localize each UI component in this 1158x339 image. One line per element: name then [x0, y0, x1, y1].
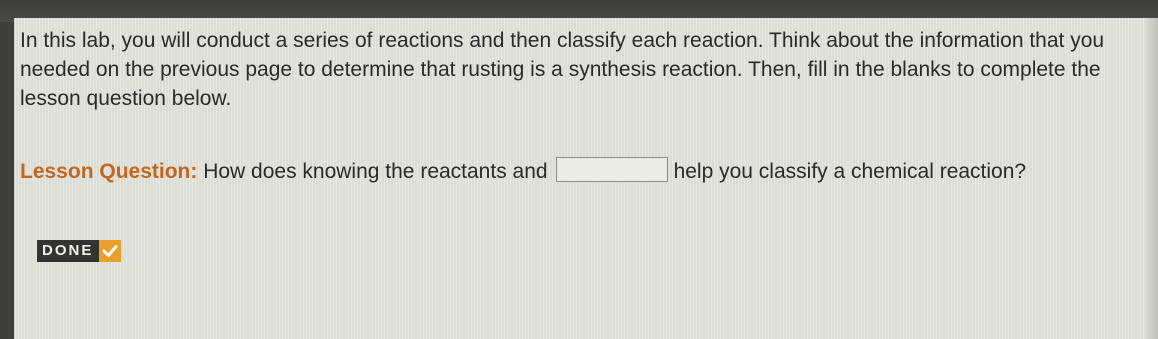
lesson-question: Lesson Question: How does knowing the re… — [20, 157, 1110, 186]
intro-paragraph: In this lab, you will conduct a series o… — [20, 29, 1105, 110]
done-button-label: DONE — [37, 240, 100, 262]
panel-scroll-edge — [1146, 18, 1158, 339]
checkmark-icon — [99, 240, 122, 262]
question-text-before: How does knowing the reactants and — [197, 160, 548, 183]
screen: In this lab, you will conduct a series o… — [0, 0, 1158, 339]
fill-in-blank-input[interactable] — [555, 157, 668, 182]
question-text-after: help you classify a chemical reaction? — [673, 160, 1027, 183]
done-button[interactable]: DONE — [37, 240, 122, 262]
lesson-question-label: Lesson Question: — [20, 160, 198, 183]
